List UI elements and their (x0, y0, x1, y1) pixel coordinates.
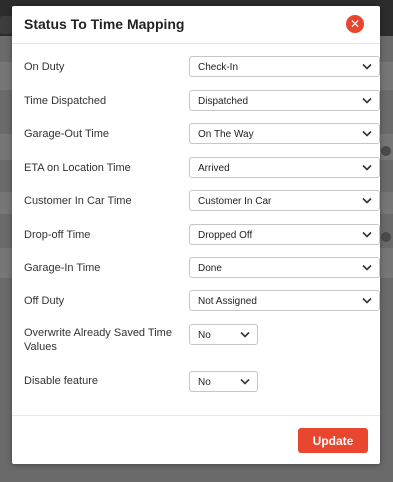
field-label: Time Dispatched (24, 95, 107, 107)
select-value: Dropped Off (198, 230, 253, 241)
chevron-down-icon (362, 197, 372, 204)
overwrite-saved-values-select[interactable]: No (189, 324, 258, 345)
eta-on-location-time-select[interactable]: Arrived (189, 157, 380, 178)
disable-feature-select[interactable]: No (189, 371, 258, 392)
select-value: Done (198, 263, 222, 274)
close-button[interactable]: ✕ (346, 15, 364, 33)
on-duty-select[interactable]: Check-In (189, 56, 380, 77)
select-value: Check-In (198, 62, 239, 73)
modal-footer: Update (12, 415, 380, 465)
chevron-down-icon (362, 97, 372, 104)
field-label: On Duty (24, 61, 65, 73)
field-label: ETA on Location Time (24, 162, 131, 174)
chevron-down-icon (362, 231, 372, 238)
off-duty-select[interactable]: Not Assigned (189, 290, 380, 311)
field-label: Off Duty (24, 295, 65, 307)
chevron-down-icon (362, 297, 372, 304)
field-label: Garage-Out Time (24, 128, 109, 140)
customer-in-car-time-select[interactable]: Customer In Car (189, 190, 380, 211)
select-value: No (198, 330, 211, 341)
field-label: Customer In Car Time (24, 195, 132, 207)
background-help-icon (381, 232, 391, 242)
status-time-mapping-modal: Status To Time Mapping ✕ On Duty Check-I… (12, 6, 380, 464)
option-label: Overwrite Already Saved Time Values (24, 327, 172, 353)
chevron-down-icon (240, 378, 250, 385)
background-help-icon (381, 146, 391, 156)
update-button[interactable]: Update (298, 428, 368, 453)
garage-in-time-select[interactable]: Done (189, 257, 380, 278)
chevron-down-icon (362, 130, 372, 137)
modal-title: Status To Time Mapping (24, 16, 185, 32)
chevron-down-icon (362, 164, 372, 171)
select-value: On The Way (198, 129, 254, 140)
chevron-down-icon (362, 63, 372, 70)
select-value: Customer In Car (198, 196, 272, 207)
field-label: Drop-off Time (24, 229, 91, 241)
garage-out-time-select[interactable]: On The Way (189, 123, 380, 144)
modal-header: Status To Time Mapping ✕ (12, 6, 380, 44)
close-icon: ✕ (349, 16, 361, 31)
select-value: No (198, 377, 211, 388)
drop-off-time-select[interactable]: Dropped Off (189, 224, 380, 245)
chevron-down-icon (362, 264, 372, 271)
time-dispatched-select[interactable]: Dispatched (189, 90, 380, 111)
option-label: Disable feature (24, 375, 98, 387)
chevron-down-icon (240, 331, 250, 338)
field-label: Garage-In Time (24, 262, 101, 274)
select-value: Dispatched (198, 96, 249, 107)
select-value: Not Assigned (198, 296, 257, 307)
select-value: Arrived (198, 163, 230, 174)
